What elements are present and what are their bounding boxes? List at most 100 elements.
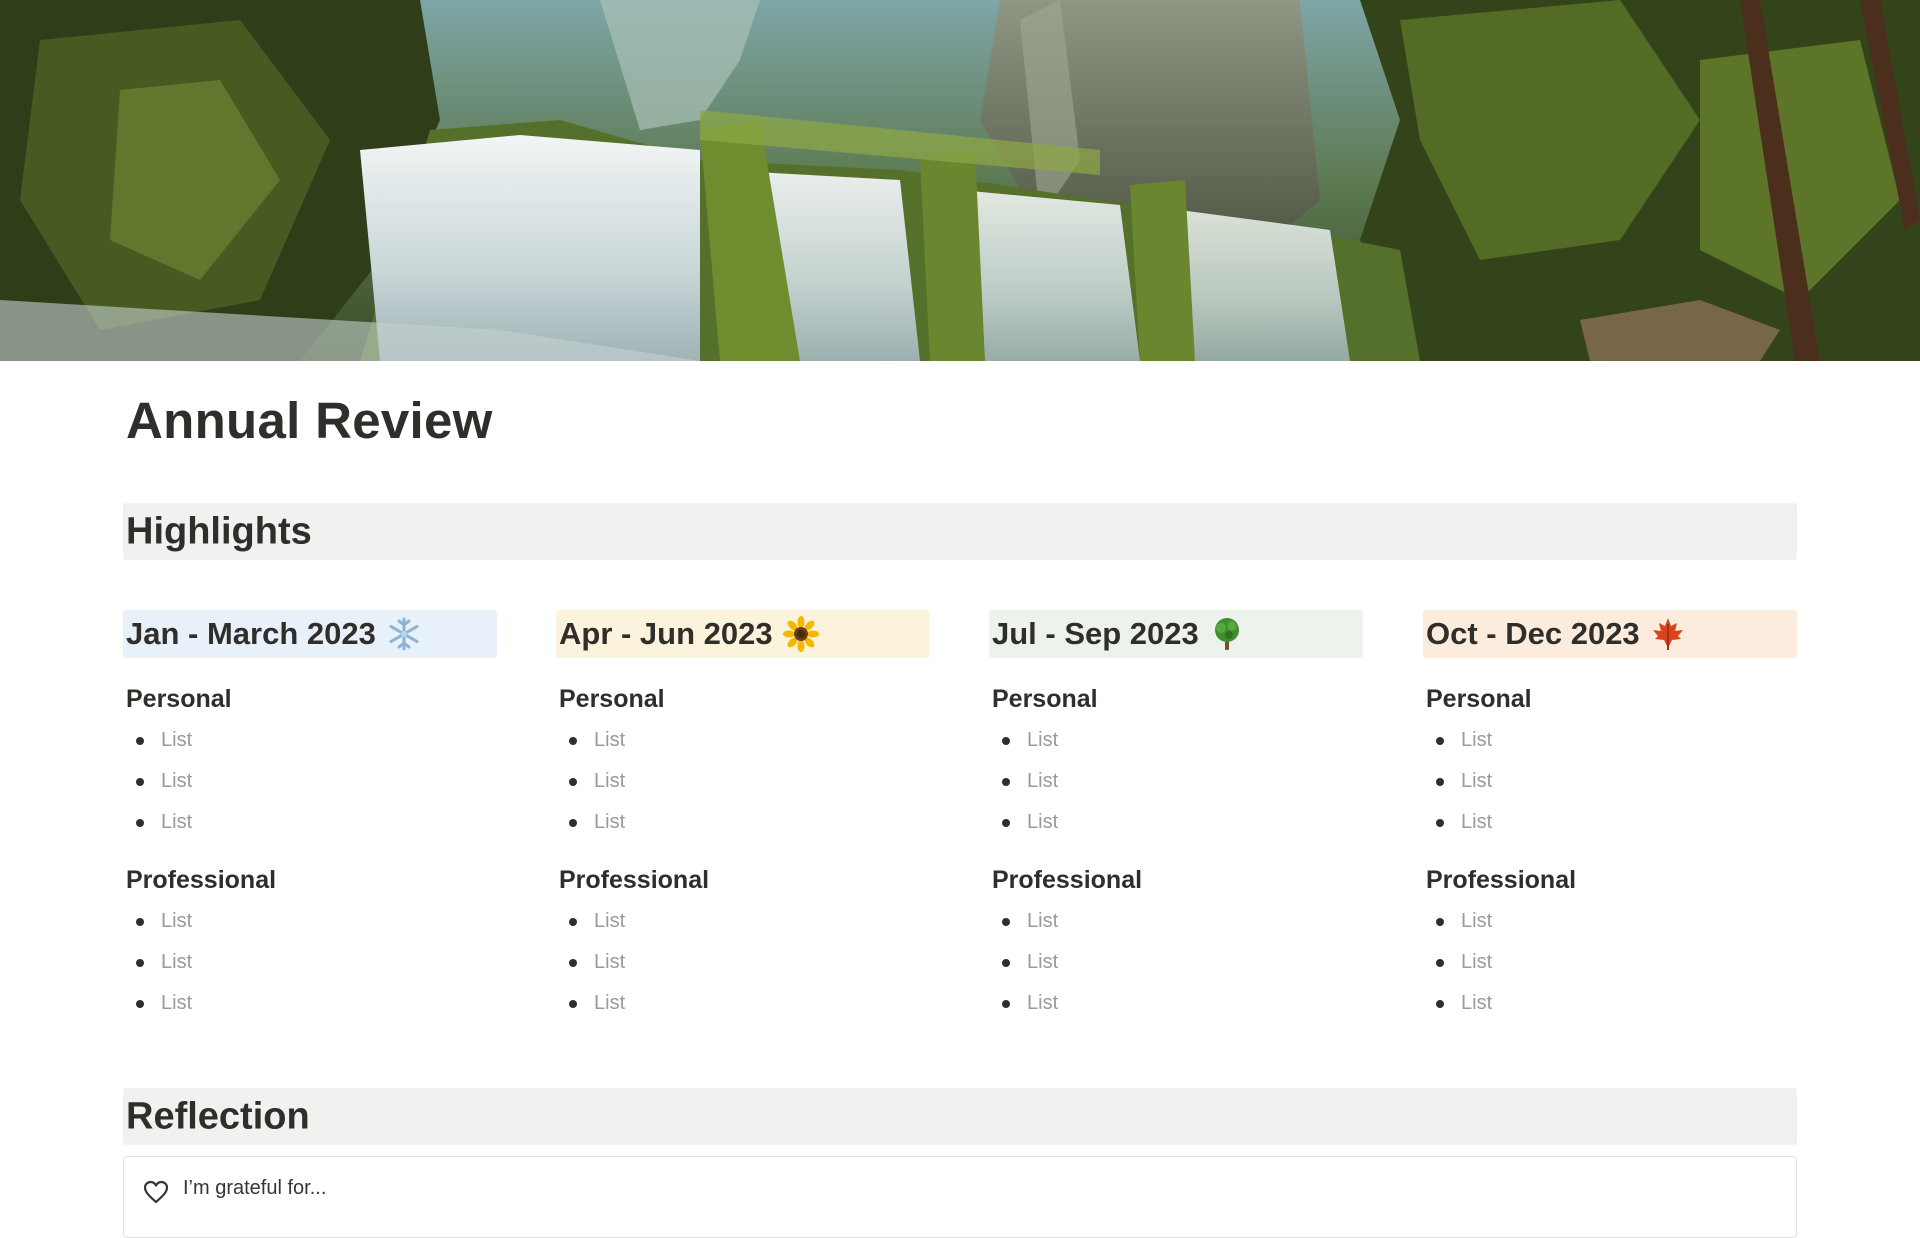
list-item-text: List — [1461, 951, 1493, 973]
list-item-text: List — [1027, 770, 1059, 792]
quarter-header-q2[interactable]: Apr - Jun 2023 — [556, 610, 930, 658]
personal-list: List List List — [1423, 720, 1797, 843]
quarters-columns: Jan - March 2023 Personal List List List… — [123, 610, 1797, 1040]
list-item[interactable]: List — [1423, 983, 1797, 1024]
bullet-icon — [1002, 778, 1010, 786]
personal-heading: Personal — [126, 685, 232, 713]
list-item[interactable]: List — [123, 802, 497, 843]
professional-list: List List List — [989, 901, 1363, 1024]
list-item[interactable]: List — [556, 761, 930, 802]
personal-heading: Personal — [992, 685, 1098, 713]
bullet-icon — [136, 819, 144, 827]
list-item[interactable]: List — [1423, 802, 1797, 843]
highlights-heading: Highlights — [126, 510, 312, 552]
reflection-header[interactable]: Reflection — [123, 1088, 1797, 1145]
professional-list: List List List — [1423, 901, 1797, 1024]
list-item[interactable]: List — [556, 720, 930, 761]
bullet-icon — [1002, 1000, 1010, 1008]
list-item-text: List — [161, 770, 193, 792]
list-item-text: List — [594, 910, 626, 932]
list-item[interactable]: List — [989, 761, 1363, 802]
list-item-text: List — [594, 729, 626, 751]
list-item[interactable]: List — [556, 983, 930, 1024]
list-item-text: List — [1027, 910, 1059, 932]
list-item[interactable]: List — [1423, 901, 1797, 942]
list-item[interactable]: List — [989, 720, 1363, 761]
list-item-text: List — [161, 951, 193, 973]
bullet-icon — [1436, 959, 1444, 967]
bullet-icon — [1436, 737, 1444, 745]
list-item-text: List — [1027, 729, 1059, 751]
list-item-text: List — [594, 770, 626, 792]
list-item[interactable]: List — [556, 802, 930, 843]
list-item-text: List — [1027, 951, 1059, 973]
list-item-text: List — [161, 992, 193, 1014]
list-item-text: List — [594, 992, 626, 1014]
bullet-icon — [1002, 959, 1010, 967]
list-item[interactable]: List — [1423, 720, 1797, 761]
list-item[interactable]: List — [989, 942, 1363, 983]
gratitude-callout[interactable]: I’m grateful for... — [123, 1156, 1797, 1238]
list-item[interactable]: List — [1423, 942, 1797, 983]
bullet-icon — [569, 737, 577, 745]
bullet-icon — [136, 918, 144, 926]
list-item-text: List — [161, 811, 193, 833]
snowflake-icon — [386, 616, 422, 652]
bullet-icon — [569, 778, 577, 786]
page-title[interactable]: Annual Review — [126, 391, 493, 450]
list-item[interactable]: List — [123, 983, 497, 1024]
bullet-icon — [136, 737, 144, 745]
bullet-icon — [1436, 819, 1444, 827]
list-item-text: List — [594, 951, 626, 973]
list-item-text: List — [1461, 992, 1493, 1014]
list-item[interactable]: List — [123, 901, 497, 942]
bullet-icon — [136, 778, 144, 786]
maple-leaf-icon — [1650, 616, 1686, 652]
personal-heading: Personal — [1426, 685, 1532, 713]
bullet-icon — [569, 819, 577, 827]
personal-list: List List List — [123, 720, 497, 843]
list-item[interactable]: List — [123, 761, 497, 802]
list-item[interactable]: List — [1423, 761, 1797, 802]
list-item[interactable]: List — [123, 942, 497, 983]
quarter-header-q1[interactable]: Jan - March 2023 — [123, 610, 497, 658]
personal-list: List List List — [556, 720, 930, 843]
professional-list: List List List — [556, 901, 930, 1024]
tree-icon — [1209, 616, 1245, 652]
quarter-column-q4: Oct - Dec 2023 Personal List List List P… — [1423, 610, 1797, 1024]
list-item[interactable]: List — [123, 720, 497, 761]
bullet-icon — [1436, 918, 1444, 926]
heart-icon — [143, 1180, 169, 1209]
list-item[interactable]: List — [556, 901, 930, 942]
personal-heading: Personal — [559, 685, 665, 713]
cover-image — [0, 0, 1920, 361]
list-item[interactable]: List — [989, 802, 1363, 843]
quarter-title: Jul - Sep 2023 — [992, 616, 1199, 651]
highlights-header[interactable]: Highlights — [123, 503, 1797, 560]
quarter-column-q2: Apr - Jun 2023 Personal List List List P… — [556, 610, 930, 1024]
professional-list: List List List — [123, 901, 497, 1024]
professional-heading: Professional — [992, 866, 1143, 894]
bullet-icon — [569, 1000, 577, 1008]
reflection-heading: Reflection — [126, 1095, 310, 1137]
callout-text: I’m grateful for... — [183, 1177, 327, 1199]
personal-list: List List List — [989, 720, 1363, 843]
list-item[interactable]: List — [556, 942, 930, 983]
quarter-header-q3[interactable]: Jul - Sep 2023 — [989, 610, 1363, 658]
list-item-text: List — [161, 910, 193, 932]
bullet-icon — [1436, 778, 1444, 786]
list-item-text: List — [1461, 729, 1493, 751]
list-item-text: List — [1027, 992, 1059, 1014]
bullet-icon — [1002, 737, 1010, 745]
list-item[interactable]: List — [989, 983, 1363, 1024]
list-item[interactable]: List — [989, 901, 1363, 942]
list-item-text: List — [1461, 770, 1493, 792]
sunflower-icon — [782, 616, 819, 652]
quarter-title: Apr - Jun 2023 — [559, 616, 773, 651]
list-item-text: List — [1461, 910, 1493, 932]
list-item-text: List — [594, 811, 626, 833]
quarter-title: Oct - Dec 2023 — [1426, 616, 1640, 651]
bullet-icon — [1002, 819, 1010, 827]
quarter-header-q4[interactable]: Oct - Dec 2023 — [1423, 610, 1797, 658]
bullet-icon — [569, 959, 577, 967]
